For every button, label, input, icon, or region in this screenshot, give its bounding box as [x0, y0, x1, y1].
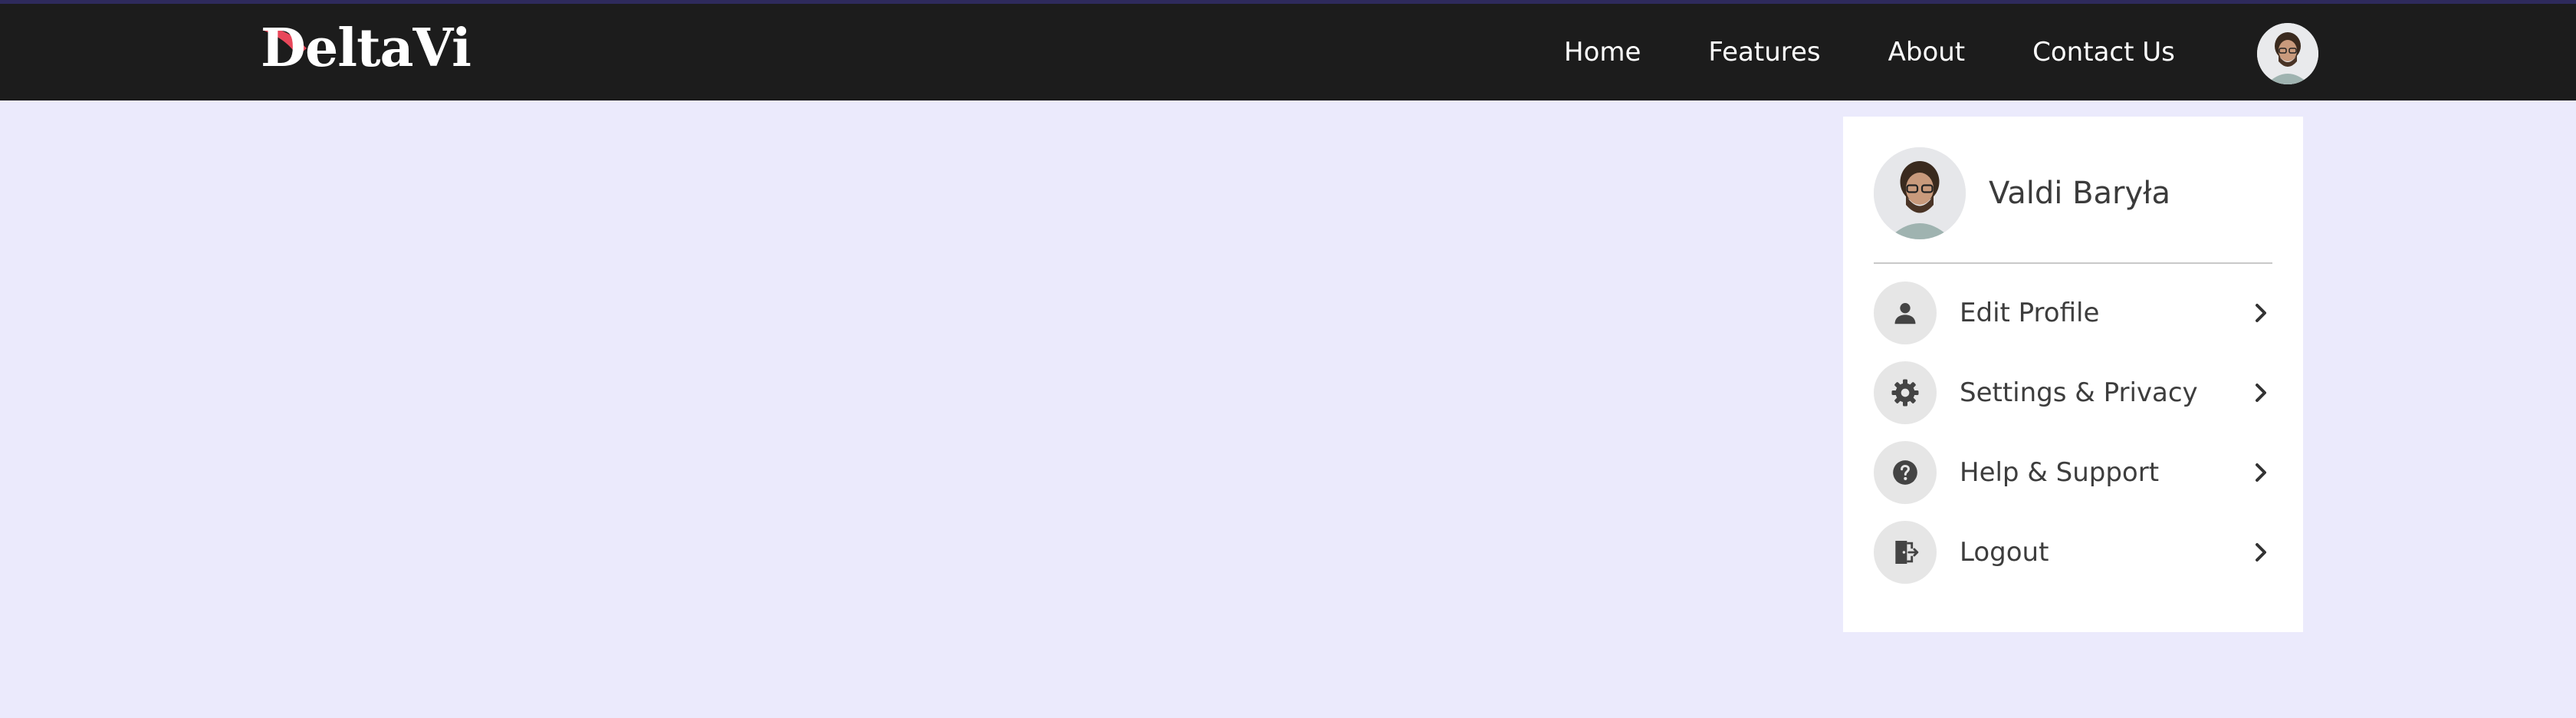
chevron-right-icon [2249, 301, 2272, 324]
main-nav: Home Features About Contact Us [1564, 4, 2242, 100]
avatar-icon [2257, 23, 2318, 84]
divider [1874, 262, 2272, 264]
chevron-right-icon [2249, 461, 2272, 484]
chevron-right-icon [2249, 381, 2272, 404]
menu-item-edit-profile[interactable]: Edit Profile [1874, 282, 2272, 344]
menu-item-label: Settings & Privacy [1960, 377, 2198, 408]
profile-photo-icon [1874, 147, 1966, 239]
help-icon [1874, 441, 1937, 504]
menu-item-label: Logout [1960, 537, 2049, 568]
menu-item-label: Help & Support [1960, 457, 2160, 488]
gear-icon [1874, 361, 1937, 424]
avatar [1874, 147, 1966, 239]
user-header: Valdi Baryła [1874, 147, 2170, 239]
nav-link-home[interactable]: Home [1564, 37, 1641, 68]
top-navbar: DeltaVi Home Features About Contact Us [0, 0, 2576, 100]
menu-item-settings-privacy[interactable]: Settings & Privacy [1874, 361, 2272, 424]
menu-item-label: Edit Profile [1960, 298, 2100, 328]
profile-dropdown: Valdi Baryła Edit Profile Settings & Pri… [1843, 117, 2303, 632]
user-icon [1874, 282, 1937, 344]
nav-link-about[interactable]: About [1888, 37, 1966, 68]
nav-avatar-button[interactable] [2257, 23, 2318, 84]
nav-link-contact[interactable]: Contact Us [2032, 37, 2175, 68]
chevron-right-icon [2249, 541, 2272, 564]
user-name: Valdi Baryła [1989, 176, 2171, 211]
menu-item-logout[interactable]: Logout [1874, 521, 2272, 584]
brand-logo[interactable]: DeltaVi [261, 18, 472, 79]
menu-item-help-support[interactable]: Help & Support [1874, 441, 2272, 504]
nav-link-features[interactable]: Features [1708, 37, 1820, 68]
logout-icon [1874, 521, 1937, 584]
